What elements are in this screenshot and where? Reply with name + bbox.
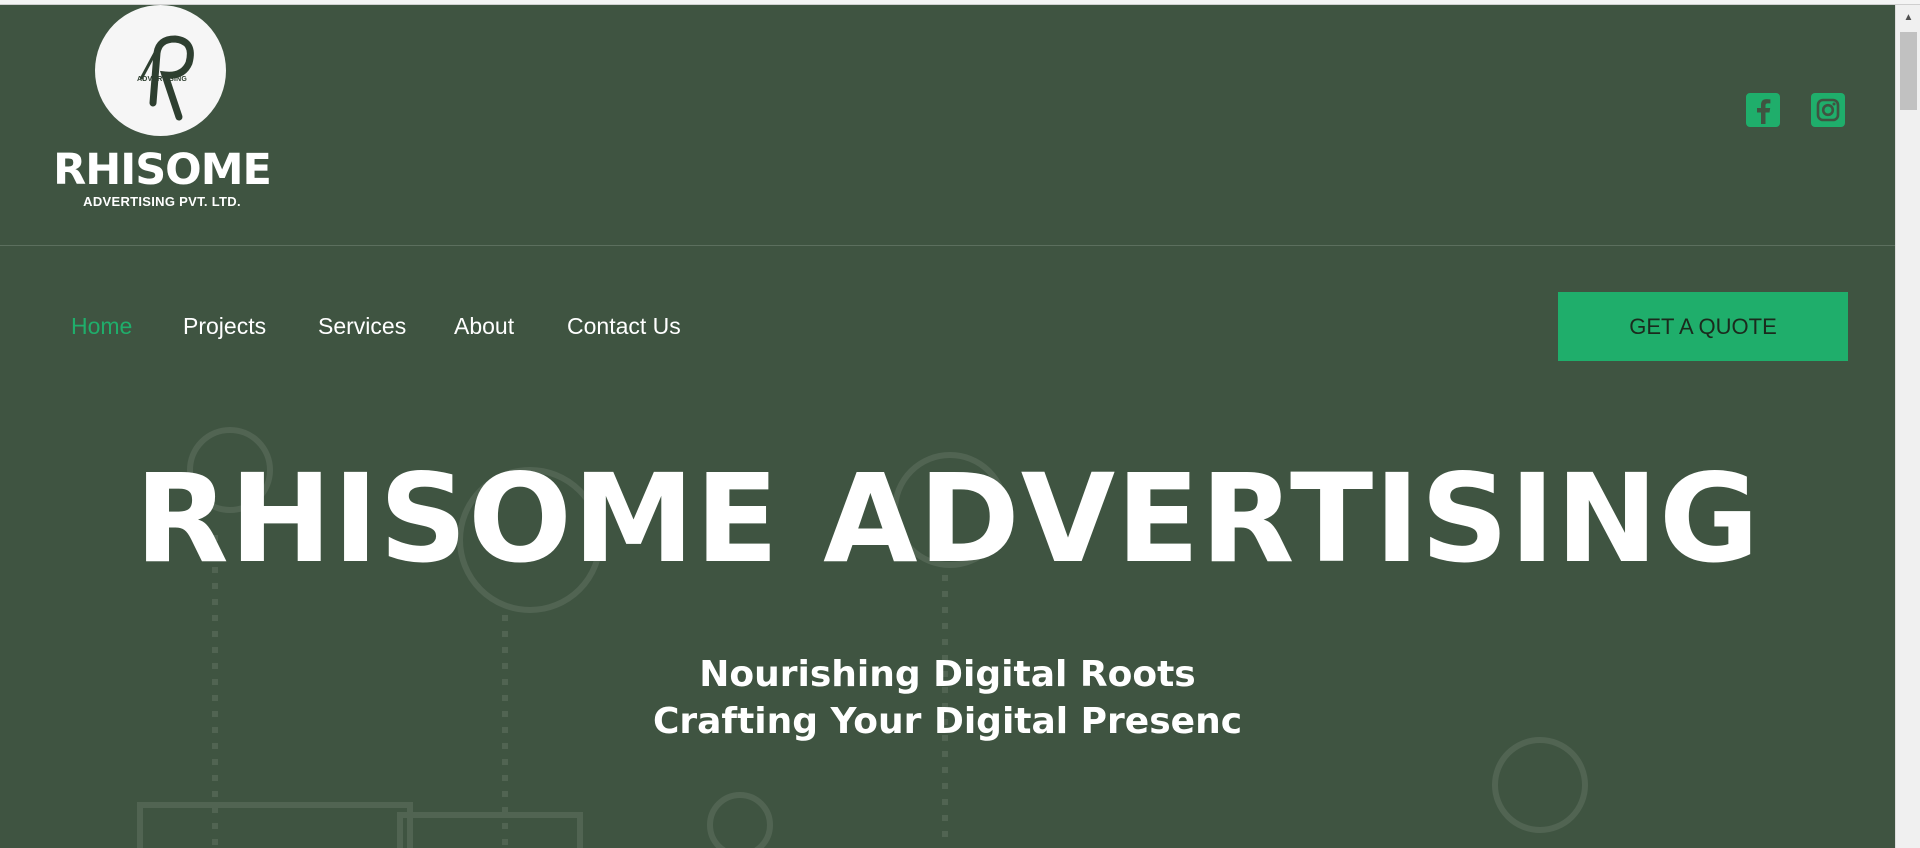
instagram-icon [1816,98,1840,122]
facebook-link[interactable] [1746,93,1780,127]
nav-item-services[interactable]: Services [318,313,406,340]
logo-company-subtitle: ADVERTISING PVT. LTD. [83,194,241,209]
nav-item-home[interactable]: Home [71,313,132,340]
page: ADVERTISING RHISOME ADVERTISING PVT. LTD… [0,5,1895,848]
scrollbar-thumb[interactable] [1900,32,1917,110]
logo-emblem: ADVERTISING [95,5,226,136]
facebook-icon [1757,99,1771,124]
site-header: ADVERTISING RHISOME ADVERTISING PVT. LTD… [0,5,1895,246]
hero-title: RHISOME ADVERTISING [134,448,1761,590]
hero-subtitle-line2: Crafting Your Digital Presenc [652,701,1243,742]
company-logo[interactable]: ADVERTISING RHISOME ADVERTISING PVT. LTD… [52,5,272,215]
get-a-quote-button[interactable]: GET A QUOTE [1558,292,1848,361]
instagram-link[interactable] [1811,93,1845,127]
main-navigation: Home Projects Services About Contact Us … [0,247,1895,407]
hero-subtitle-line1: Nourishing Digital Roots [699,654,1196,695]
scroll-up-arrow-icon[interactable]: ▲ [1896,9,1920,25]
vertical-scrollbar[interactable]: ▲ [1895,5,1920,848]
nav-item-contact-us[interactable]: Contact Us [567,313,681,340]
logo-emblem-text: ADVERTISING [136,76,188,83]
logo-company-name: RHISOME [53,145,272,195]
nav-item-about[interactable]: About [454,313,514,340]
nav-item-projects[interactable]: Projects [183,313,266,340]
